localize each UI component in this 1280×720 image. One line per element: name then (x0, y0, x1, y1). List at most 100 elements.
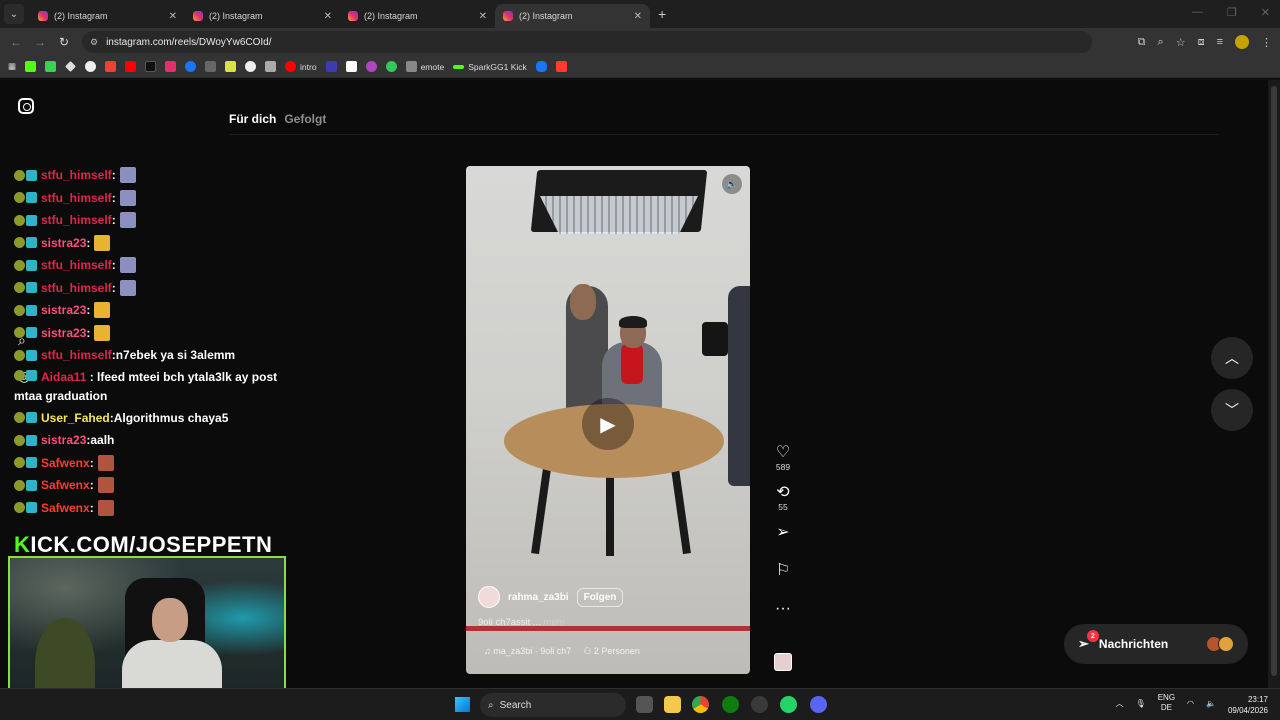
reading-list-icon[interactable]: ≡ (1217, 36, 1223, 48)
follow-button[interactable]: Folgen (576, 587, 624, 607)
messages-button[interactable]: ➢ 2 Nachrichten (1064, 624, 1248, 664)
instagram-logo-icon[interactable] (18, 98, 34, 114)
bookmark-v[interactable] (325, 61, 337, 72)
input-language[interactable]: ENG DE (1158, 693, 1175, 713)
windows-taskbar: ⌕ Search ︿ 🎙 ENG DE ◠ 🔈 23:17 09/04/2026 (0, 688, 1280, 720)
bookmark-tiktok[interactable] (145, 61, 157, 72)
tagged-people[interactable]: ⚇ 2 Personen (583, 646, 640, 657)
close-tab-icon[interactable]: ✕ (324, 11, 332, 22)
chat-badge-icon (26, 412, 37, 424)
previous-reel-button[interactable]: ︿ (1211, 337, 1253, 379)
chat-message: stfu_himself : (14, 209, 294, 232)
tab-for-you[interactable]: Für dich (229, 112, 276, 126)
bookmark-purple[interactable] (365, 61, 377, 72)
reel-video[interactable]: ▶ 🔈 rahma_za3bi Folgen 9oli ch7assit ...… (466, 166, 750, 674)
scrollbar-thumb[interactable] (1271, 86, 1277, 676)
discord-icon[interactable] (810, 696, 827, 713)
author-username[interactable]: rahma_za3bi (508, 592, 569, 603)
menu-kebab-icon[interactable]: ⋮ (1261, 36, 1272, 49)
close-tab-icon[interactable]: ✕ (479, 11, 487, 22)
bookmark-kick[interactable] (25, 61, 37, 72)
close-window-icon[interactable]: ✕ (1261, 6, 1270, 19)
new-tab-icon[interactable]: + (658, 6, 666, 22)
taskbar-clock[interactable]: 23:17 09/04/2026 (1228, 694, 1268, 716)
bookmark-star[interactable] (225, 61, 237, 72)
more-link[interactable]: mehr (543, 617, 565, 628)
browser-tab-3[interactable]: (2) Instagram ✕ (340, 4, 495, 28)
file-explorer-icon[interactable] (664, 696, 681, 713)
tab-search-button[interactable]: ⌄ (4, 4, 24, 24)
close-tab-icon[interactable]: ✕ (634, 11, 642, 22)
bookmark-gmail[interactable] (105, 61, 117, 72)
extensions-icon[interactable]: ⧈ (1198, 36, 1205, 49)
browser-tab-1[interactable]: (2) Instagram ✕ (30, 4, 185, 28)
page-scrollbar[interactable] (1268, 80, 1280, 688)
music-note-icon: ♫ (484, 646, 494, 656)
repost-icon[interactable]: ⟲ (770, 484, 796, 502)
bookmark-grey[interactable] (205, 61, 217, 72)
apps-grid-icon[interactable]: ▦ (8, 61, 16, 72)
task-view-icon[interactable] (636, 696, 653, 713)
chat-badges (14, 214, 37, 226)
bookmark-sparkgg1[interactable]: SparkGG1 Kick (453, 62, 527, 72)
chrome-icon[interactable] (692, 696, 709, 713)
bookmark-facebook[interactable] (185, 61, 197, 72)
app-icon[interactable] (751, 696, 768, 713)
chat-message: Safwenx : (14, 497, 294, 520)
wifi-icon[interactable]: ◠ (1187, 699, 1194, 708)
bookmark-instagram[interactable] (165, 61, 177, 72)
instagram-favicon-icon (348, 11, 358, 21)
bookmark-meta[interactable] (535, 61, 547, 72)
bookmark-green-dot[interactable] (385, 61, 397, 72)
message-avatars (1206, 636, 1234, 652)
like-heart-icon[interactable]: ♡ (770, 444, 796, 462)
tray-chevron-up-icon[interactable]: ︿ (1116, 698, 1124, 709)
microphone-icon[interactable]: 🎙 (1136, 699, 1146, 708)
bookmark-doc[interactable] (265, 61, 277, 72)
bookmark-download[interactable] (85, 61, 97, 72)
windows-start-icon[interactable] (455, 697, 470, 712)
streamer-head (152, 598, 188, 642)
audio-info[interactable]: ♫ ma_za3bi · 9oli ch7 (484, 646, 571, 657)
bookmark-save-icon[interactable]: ⚐ (770, 562, 796, 580)
bookmark-p[interactable] (345, 61, 357, 72)
zoom-icon[interactable]: ⌕ (1158, 36, 1164, 49)
forward-icon[interactable]: → (28, 35, 52, 49)
chat-username: stfu_himself (41, 258, 112, 273)
bookmark-intro[interactable]: intro (285, 61, 317, 72)
bookmark-red[interactable] (555, 61, 567, 72)
minimize-icon[interactable]: — (1192, 6, 1203, 19)
site-info-icon[interactable]: ⚙ (90, 37, 98, 48)
chat-badge-icon (26, 237, 37, 249)
xbox-icon[interactable] (722, 696, 739, 713)
chat-text: Algorithmus chaya5 (113, 410, 229, 425)
more-options-icon[interactable]: ··· (770, 600, 796, 618)
bookmark-circle[interactable] (245, 61, 257, 72)
maximize-icon[interactable]: ❐ (1227, 6, 1237, 19)
whatsapp-icon[interactable] (780, 696, 797, 713)
taskbar-search[interactable]: ⌕ Search (480, 693, 626, 717)
bookmark-d[interactable] (45, 61, 57, 72)
bookmark-star-icon[interactable]: ☆ (1176, 36, 1186, 49)
volume-icon[interactable]: 🔈 (1206, 699, 1216, 708)
bookmark-emote[interactable]: emote (405, 61, 444, 72)
tab-following[interactable]: Gefolgt (284, 112, 326, 126)
play-icon[interactable]: ▶ (582, 398, 634, 450)
url-field[interactable]: ⚙ instagram.com/reels/DWoyYw6COId/ (82, 31, 1092, 53)
stream-chat-overlay: stfu_himself : stfu_himself : stfu_himse… (14, 164, 294, 519)
browser-tab-2[interactable]: (2) Instagram ✕ (185, 4, 340, 28)
back-icon[interactable]: ← (4, 35, 28, 49)
chat-separator: : (111, 213, 116, 228)
profile-avatar[interactable] (1235, 35, 1249, 49)
author-avatar[interactable] (478, 586, 500, 608)
next-reel-button[interactable]: ﹀ (1211, 389, 1253, 431)
close-tab-icon[interactable]: ✕ (169, 11, 177, 22)
audio-thumbnail[interactable] (774, 653, 792, 671)
browser-tab-4-active[interactable]: (2) Instagram ✕ (495, 4, 650, 28)
bookmark-youtube[interactable] (125, 61, 137, 72)
reload-icon[interactable]: ↻ (52, 35, 76, 49)
install-app-icon[interactable]: ⧉ (1138, 36, 1146, 49)
bookmark-diamond[interactable] (65, 61, 76, 72)
share-send-icon[interactable]: ➢ (770, 524, 796, 542)
volume-icon[interactable]: 🔈 (722, 174, 742, 194)
